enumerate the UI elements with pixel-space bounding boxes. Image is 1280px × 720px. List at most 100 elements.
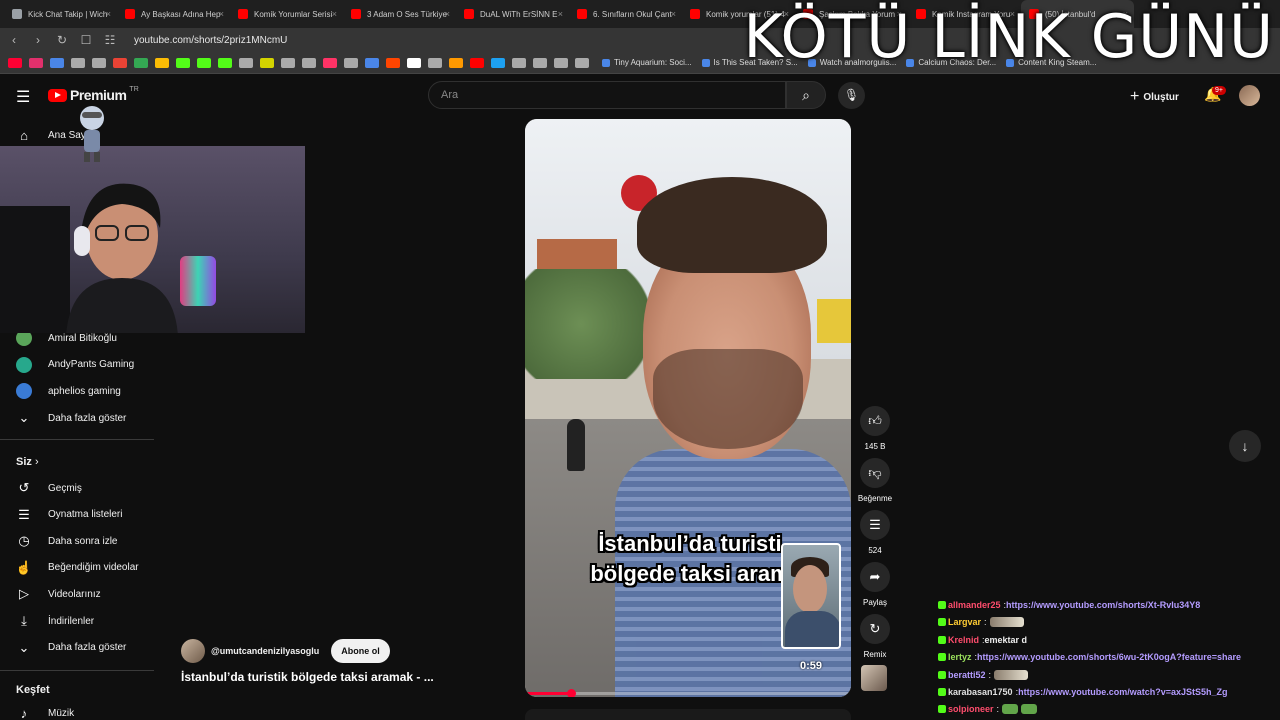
bookmark-icon[interactable] [238, 57, 253, 68]
microphone-icon: 🎙 [843, 88, 860, 102]
comments-action[interactable]: ☰ 524 [860, 510, 890, 555]
tab-close-icon[interactable]: × [106, 9, 111, 19]
menu-icon[interactable]: ☰ [16, 87, 30, 107]
forward-icon[interactable]: › [28, 33, 48, 47]
bookmark-icon[interactable] [154, 57, 169, 68]
chat-username: solpioneer [948, 704, 994, 715]
bookmark-icon[interactable] [301, 57, 316, 68]
progress-scrubber[interactable] [566, 689, 576, 697]
sidebar-item-subscription[interactable]: aphelios gaming [0, 378, 154, 404]
search-input[interactable]: Ara [428, 81, 786, 109]
bookmark-icon[interactable] [217, 57, 232, 68]
bookmark-icon[interactable] [259, 57, 274, 68]
bookmark-icon[interactable] [91, 57, 106, 68]
sidebar-item-label: Beğendiğim videolar [48, 562, 139, 574]
sound-thumbnail[interactable] [861, 665, 887, 691]
tab-close-icon[interactable]: × [558, 9, 563, 19]
url-field[interactable]: youtube.com/shorts/2priz1MNcmU [134, 35, 287, 46]
dislike-label: Beğenme [857, 494, 893, 503]
bookmark-icon[interactable] [49, 57, 64, 68]
account-avatar[interactable] [1239, 85, 1260, 106]
bookmark-icon[interactable] [553, 57, 568, 68]
reload-icon[interactable]: ↻ [52, 33, 72, 47]
video-person-beard [653, 349, 803, 449]
tab-close-icon[interactable]: × [332, 9, 337, 19]
bookmark-page-icon[interactable]: ☐ [76, 33, 96, 47]
browser-tab[interactable]: Ay Başkası Adına Hep × [117, 0, 230, 28]
chat-separator: : [984, 617, 987, 628]
inset-face [793, 565, 827, 613]
bookmark-icon[interactable] [28, 57, 43, 68]
plus-icon: + [1130, 88, 1140, 105]
bookmark-icon[interactable] [574, 57, 589, 68]
browser-tab[interactable]: Komik Yorumlar Serisi × [230, 0, 343, 28]
sidebar-item-you[interactable]: ↺ Geçmiş [0, 475, 154, 501]
watch-later-icon: ◷ [18, 533, 30, 549]
dislike-action[interactable]: 👎︎ Beğenme [858, 458, 892, 503]
bookmark-icon[interactable] [427, 57, 442, 68]
bookmark-icon[interactable] [112, 57, 127, 68]
sidebar-item-you[interactable]: ☰ Oynatma listeleri [0, 502, 154, 528]
chat-link[interactable]: https://www.youtube.com/shorts/6wu-2tK0o… [977, 652, 1241, 662]
share-action[interactable]: ➦ Paylaş [860, 562, 890, 607]
channel-avatar[interactable] [181, 639, 205, 663]
chat-message: allmander25 : https://www.youtube.com/sh… [938, 600, 1200, 610]
tab-close-icon[interactable]: × [219, 9, 224, 19]
browser-tab[interactable]: 3 Adam O Ses Türkiye × [343, 0, 456, 28]
sidebar-item-you[interactable]: ☝ Beğendiğim videolar [0, 555, 154, 581]
back-icon[interactable]: ‹ [4, 33, 24, 47]
remix-action[interactable]: ↻ Remix [860, 614, 890, 659]
sidebar-item-subscription[interactable]: AndyPants Gaming [0, 352, 154, 378]
bookmark-icon[interactable] [490, 57, 505, 68]
chat-text: emektar d [984, 634, 1028, 645]
tab-label: Komik Yorumlar Serisi [254, 9, 333, 19]
bookmark-icon[interactable] [364, 57, 379, 68]
video-title[interactable]: İstanbul’da turistik bölgede taksi arama… [181, 670, 434, 684]
video-progress-bar[interactable] [525, 689, 851, 697]
youtube-logo[interactable]: Premium TR [48, 86, 139, 103]
sidebar-item-explore[interactable]: ♪ Müzik [0, 700, 154, 720]
bookmark-icon[interactable] [7, 57, 22, 68]
bookmark-icon[interactable] [280, 57, 295, 68]
playlist-icon: ☰ [18, 506, 30, 522]
bookmark-item[interactable]: Tiny Aquarium: Soci... [602, 58, 692, 67]
create-button[interactable]: + Oluştur [1130, 88, 1179, 106]
bookmark-icon[interactable] [133, 57, 148, 68]
bookmark-icon[interactable] [196, 57, 211, 68]
sidebar-item-you[interactable]: ⌄ Daha fazla göster [0, 635, 154, 661]
browser-tab[interactable]: Kick Chat Takip | Wich × [4, 0, 117, 28]
browser-tab[interactable]: 6. Sınıfların Okul Çant × [569, 0, 682, 28]
you-section-header[interactable]: Siz › [16, 456, 39, 468]
tab-label: DuAL WiTh ErSİNN E [480, 9, 558, 19]
your-videos-icon: ▷ [19, 586, 29, 602]
sidebar-item-you[interactable]: ▷ Videolarınız [0, 581, 154, 607]
bookmark-icon[interactable] [511, 57, 526, 68]
share-icon: ➦ [860, 562, 890, 592]
sidebar-item-you[interactable]: ◷ Daha sonra izle [0, 528, 154, 554]
tab-close-icon[interactable]: × [671, 9, 676, 19]
bookmark-icon[interactable] [70, 57, 85, 68]
subscribe-button[interactable]: Abone ol [331, 639, 390, 663]
chat-badge-icon [938, 653, 946, 662]
bookmark-icon[interactable] [532, 57, 547, 68]
tab-close-icon[interactable]: × [445, 9, 450, 19]
browser-tab[interactable]: DuAL WiTh ErSİNN E × [456, 0, 569, 28]
sidebar-item-you[interactable]: ⤓ İndirilenler [0, 608, 154, 634]
bookmark-icon[interactable] [322, 57, 337, 68]
bookmark-icon[interactable] [175, 57, 190, 68]
bookmark-icon[interactable] [385, 57, 400, 68]
bookmark-icon[interactable] [343, 57, 358, 68]
like-action[interactable]: 👍︎ 145 B [860, 406, 890, 451]
bookmark-icon[interactable] [469, 57, 484, 68]
bookmark-icon[interactable] [448, 57, 463, 68]
bookmark-icon[interactable] [406, 57, 421, 68]
chat-link[interactable]: https://www.youtube.com/watch?v=axJStS5h… [1018, 687, 1227, 697]
search-button[interactable]: ⌕ [786, 81, 826, 109]
short-video-player[interactable]: İstanbul’da turisti bölgede taksi aram 0… [525, 119, 851, 697]
chat-link[interactable]: https://www.youtube.com/shorts/Xt-RvIu34… [1006, 600, 1200, 610]
voice-search-button[interactable]: 🎙 [838, 82, 865, 109]
next-video-button[interactable]: ↓ [1229, 430, 1261, 462]
site-info-icon[interactable]: ☷ [100, 33, 120, 47]
sidebar-item-show-more[interactable]: ⌄ Daha fazla göster [0, 405, 154, 431]
channel-name[interactable]: @umutcandenizilyasoglu [211, 646, 319, 656]
